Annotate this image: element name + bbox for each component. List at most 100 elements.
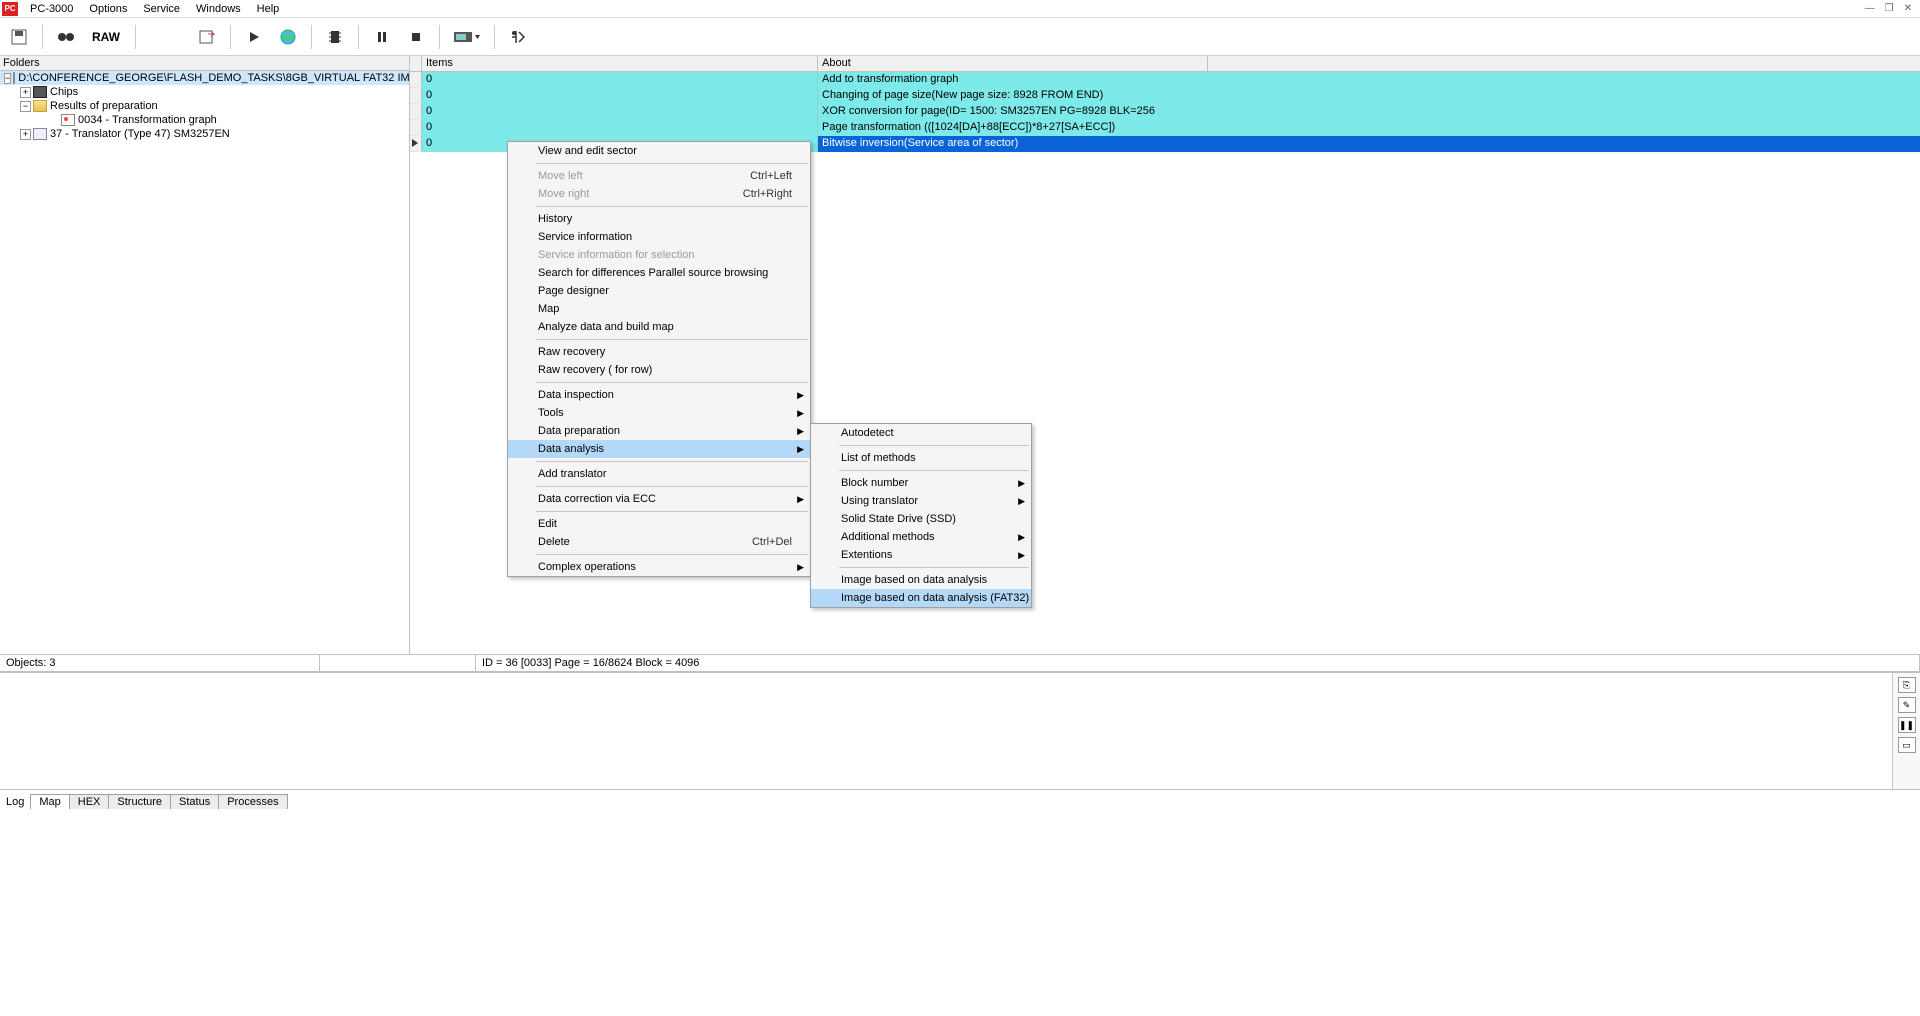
menu-item[interactable]: Additional methods▶ (811, 528, 1031, 546)
table-row[interactable]: 0Add to transformation graph (410, 72, 1920, 88)
table-row[interactable]: 0XOR conversion for page(ID= 1500: SM325… (410, 104, 1920, 120)
row-gutter (410, 104, 422, 120)
menu-item[interactable]: Complex operations ▶ (508, 558, 810, 576)
menu-item[interactable]: Service information (508, 228, 810, 246)
menu-item-label: Analyze data and build map (538, 321, 674, 333)
expand-icon[interactable]: + (20, 87, 31, 98)
menu-item[interactable]: Extentions ▶ (811, 546, 1031, 564)
tool-export-icon[interactable] (194, 24, 220, 50)
collapse-icon[interactable]: − (20, 101, 31, 112)
menu-item[interactable]: Block number▶ (811, 474, 1031, 492)
expand-icon[interactable]: + (20, 129, 31, 140)
menu-item-label: Using translator (841, 495, 918, 507)
menu-item[interactable]: Add translator (508, 465, 810, 483)
menu-item[interactable]: Tools▶ (508, 404, 810, 422)
menu-item[interactable]: Data correction via ECC ▶ (508, 490, 810, 508)
menu-item-label: Raw recovery ( for row) (538, 364, 652, 376)
menu-separator (839, 567, 1029, 568)
menu-item[interactable]: Data analysis▶ (508, 440, 810, 458)
submenu-arrow-icon: ▶ (1018, 550, 1025, 561)
folder-tree[interactable]: − D:\CONFERENCE_GEORGE\FLASH_DEMO_TASKS\… (0, 71, 409, 654)
menu-item[interactable]: Image based on data analysis (FAT32) (811, 589, 1031, 607)
menu-item[interactable]: List of methods (811, 449, 1031, 467)
tab-status[interactable]: Status (170, 794, 219, 809)
minimize-button[interactable]: — (1861, 3, 1879, 14)
log-pause-icon[interactable]: ❚❚ (1898, 717, 1916, 733)
tree-root[interactable]: − D:\CONFERENCE_GEORGE\FLASH_DEMO_TASKS\… (0, 71, 409, 85)
log-copy-icon[interactable]: ⎘ (1898, 677, 1916, 693)
menu-item[interactable]: Edit (508, 515, 810, 533)
menu-item-label: Data correction via ECC (538, 493, 656, 505)
menu-options[interactable]: Options (81, 1, 135, 17)
menu-item[interactable]: Map (508, 300, 810, 318)
menu-item-label: History (538, 213, 572, 225)
collapse-icon[interactable]: − (4, 73, 11, 84)
menu-item[interactable]: View and edit sector (508, 142, 810, 160)
tool-globe-icon[interactable] (275, 24, 301, 50)
tree-translator[interactable]: + 37 - Translator (Type 47) SM3257EN (0, 127, 409, 141)
list-header: Items About (410, 56, 1920, 72)
menu-item[interactable]: History (508, 210, 810, 228)
menu-help[interactable]: Help (249, 1, 288, 17)
pause-icon[interactable] (369, 24, 395, 50)
context-submenu-data-analysis[interactable]: AutodetectList of methodsBlock number▶Us… (810, 423, 1032, 608)
cell-rest (1208, 72, 1920, 88)
tab-hex[interactable]: HEX (69, 794, 110, 809)
table-row[interactable]: 0Page transformation (([1024[DA]+88[ECC]… (410, 120, 1920, 136)
cell-rest (1208, 120, 1920, 136)
menu-item-label: Tools (538, 407, 564, 419)
stop-icon[interactable] (403, 24, 429, 50)
menu-item[interactable]: Page designer (508, 282, 810, 300)
chip-icon[interactable] (322, 24, 348, 50)
log-save-icon[interactable]: ✎ (1898, 697, 1916, 713)
table-row[interactable]: 0Changing of page size(New page size: 89… (410, 88, 1920, 104)
menu-item[interactable]: Raw recovery ( for row) (508, 361, 810, 379)
tree-label: Chips (50, 86, 78, 98)
log-side-buttons: ⎘ ✎ ❚❚ ▭ (1892, 673, 1920, 789)
menu-item[interactable]: Image based on data analysis (811, 571, 1031, 589)
play-icon[interactable] (241, 24, 267, 50)
tab-processes[interactable]: Processes (218, 794, 287, 809)
tree-chips[interactable]: + Chips (0, 85, 409, 99)
raw-button[interactable]: RAW (87, 24, 125, 50)
submenu-arrow-icon: ▶ (797, 494, 804, 505)
log-area[interactable] (0, 673, 1892, 789)
tool-binoculars-icon[interactable] (53, 24, 79, 50)
tab-map[interactable]: Map (30, 794, 69, 809)
menu-item[interactable]: Using translator▶ (811, 492, 1031, 510)
menu-item-label: Additional methods (841, 531, 935, 543)
menu-windows[interactable]: Windows (188, 1, 249, 17)
menu-item[interactable]: Data inspection▶ (508, 386, 810, 404)
tree-transformation-graph[interactable]: 0034 - Transformation graph (0, 113, 409, 127)
column-rest (1208, 56, 1920, 71)
submenu-arrow-icon: ▶ (1018, 478, 1025, 489)
menu-item: Move rightCtrl+Right (508, 185, 810, 203)
close-button[interactable]: ✕ (1900, 3, 1916, 14)
menu-item[interactable]: Analyze data and build map (508, 318, 810, 336)
tab-structure[interactable]: Structure (108, 794, 171, 809)
tree-results[interactable]: − Results of preparation (0, 99, 409, 113)
menu-item[interactable]: Raw recovery (508, 343, 810, 361)
log-clear-icon[interactable]: ▭ (1898, 737, 1916, 753)
menu-item[interactable]: Solid State Drive (SSD) (811, 510, 1031, 528)
maximize-button[interactable]: ❐ (1881, 3, 1898, 14)
column-about[interactable]: About (818, 56, 1208, 71)
menu-service[interactable]: Service (135, 1, 188, 17)
column-items[interactable]: Items (422, 56, 818, 71)
menu-item[interactable]: DeleteCtrl+Del (508, 533, 810, 551)
cell-about: Changing of page size(New page size: 892… (818, 88, 1208, 104)
bottom-tabs: Log MapHEXStructureStatusProcesses (0, 789, 1920, 808)
device-dropdown-icon[interactable] (450, 24, 484, 50)
menu-item-label: Extentions (841, 549, 892, 561)
menu-item-label: Search for differences Parallel source b… (538, 267, 768, 279)
context-menu-main[interactable]: View and edit sectorMove leftCtrl+LeftMo… (507, 141, 811, 577)
submenu-arrow-icon: ▶ (797, 562, 804, 573)
tool-save-icon[interactable] (6, 24, 32, 50)
menu-item[interactable]: Data preparation▶ (508, 422, 810, 440)
menu-item-label: Complex operations (538, 561, 636, 573)
exit-icon[interactable] (505, 24, 531, 50)
menu-item[interactable]: Autodetect (811, 424, 1031, 442)
menu-separator (536, 511, 808, 512)
menu-item[interactable]: Search for differences Parallel source b… (508, 264, 810, 282)
menu-item-label: Map (538, 303, 559, 315)
